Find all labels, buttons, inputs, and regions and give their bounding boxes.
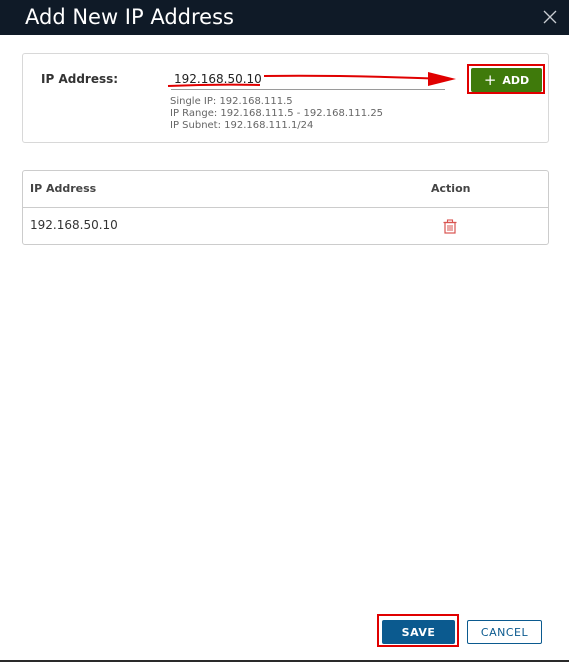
- column-header-ip-address: IP Address: [30, 182, 97, 195]
- close-icon[interactable]: [543, 10, 557, 24]
- save-button[interactable]: SAVE: [382, 620, 455, 644]
- hint-single-ip: Single IP: 192.168.111.5: [170, 96, 293, 107]
- ip-address-cell: 192.168.50.10: [30, 218, 118, 232]
- dialog-header: Add New IP Address: [0, 0, 569, 35]
- ip-address-input[interactable]: [171, 70, 445, 90]
- ip-address-label: IP Address:: [41, 72, 119, 86]
- plus-icon: +: [483, 70, 497, 89]
- ip-format-hints: Single IP: 192.168.111.5 IP Range: 192.1…: [170, 96, 383, 132]
- cancel-button[interactable]: CANCEL: [467, 620, 542, 644]
- column-header-action: Action: [431, 182, 471, 195]
- add-button-label: ADD: [502, 73, 530, 87]
- ip-address-table: IP Address Action 192.168.50.10: [22, 170, 549, 245]
- hint-ip-range: IP Range: 192.168.111.5 - 192.168.111.25: [170, 108, 384, 119]
- trash-icon[interactable]: [443, 219, 457, 234]
- ip-form-card: IP Address: Single IP: 192.168.111.5 IP …: [22, 53, 549, 143]
- dialog-title: Add New IP Address: [25, 5, 234, 29]
- add-button[interactable]: + ADD: [471, 68, 542, 92]
- table-header-divider: [23, 207, 548, 208]
- hint-ip-subnet: IP Subnet: 192.168.111.1/24: [170, 120, 314, 131]
